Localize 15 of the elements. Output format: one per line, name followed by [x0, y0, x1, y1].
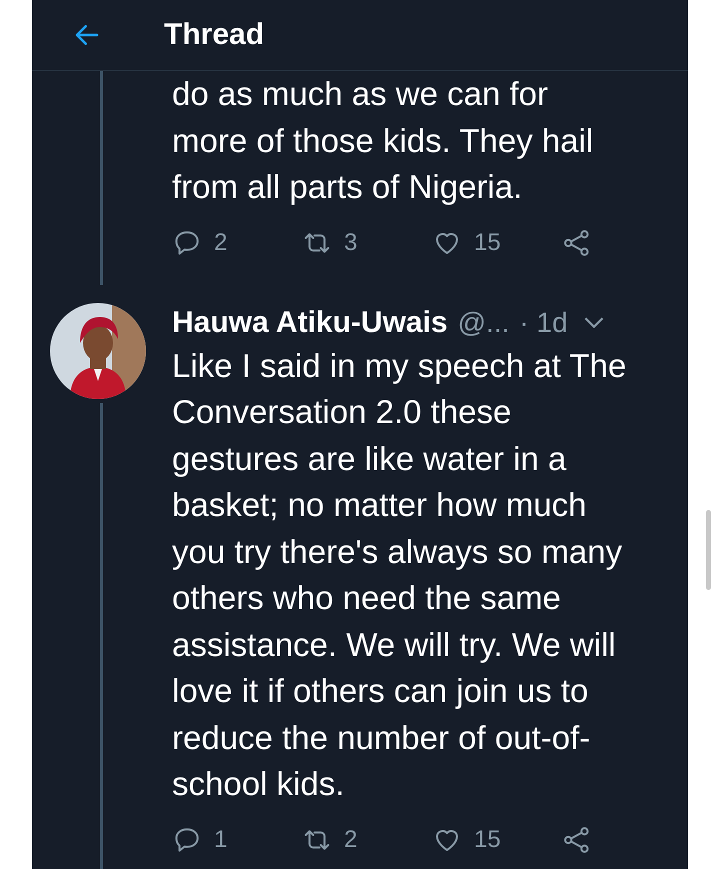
- like-button[interactable]: 15: [432, 228, 562, 258]
- more-button[interactable]: [584, 317, 604, 328]
- chevron-down-icon: [584, 317, 604, 328]
- reply-button[interactable]: 1: [172, 824, 302, 854]
- tweet-text: Like I said in my speech at The Conversation 2.0 these gestures are like water in a basket; no matter how much you try there's always so many others who need the same assistance. We will try. We will love it if others can join us to reduce the number of out-of-school kids.: [172, 346, 628, 804]
- tweet-time: · 1d: [519, 306, 568, 338]
- like-button[interactable]: 15: [432, 824, 562, 854]
- retweet-button[interactable]: 3: [302, 228, 432, 258]
- scrollbar[interactable]: [706, 510, 711, 590]
- page-title: Thread: [164, 18, 264, 52]
- author-handle: @...: [458, 306, 510, 338]
- reply-button[interactable]: 2: [172, 228, 302, 258]
- tweet-text: do as much as we can for more of those kids. They hail from all parts of Nigeria.: [172, 74, 594, 207]
- retweet-button[interactable]: 2: [302, 824, 432, 854]
- author-name: Hauwa Atiku-Uwais: [172, 306, 448, 340]
